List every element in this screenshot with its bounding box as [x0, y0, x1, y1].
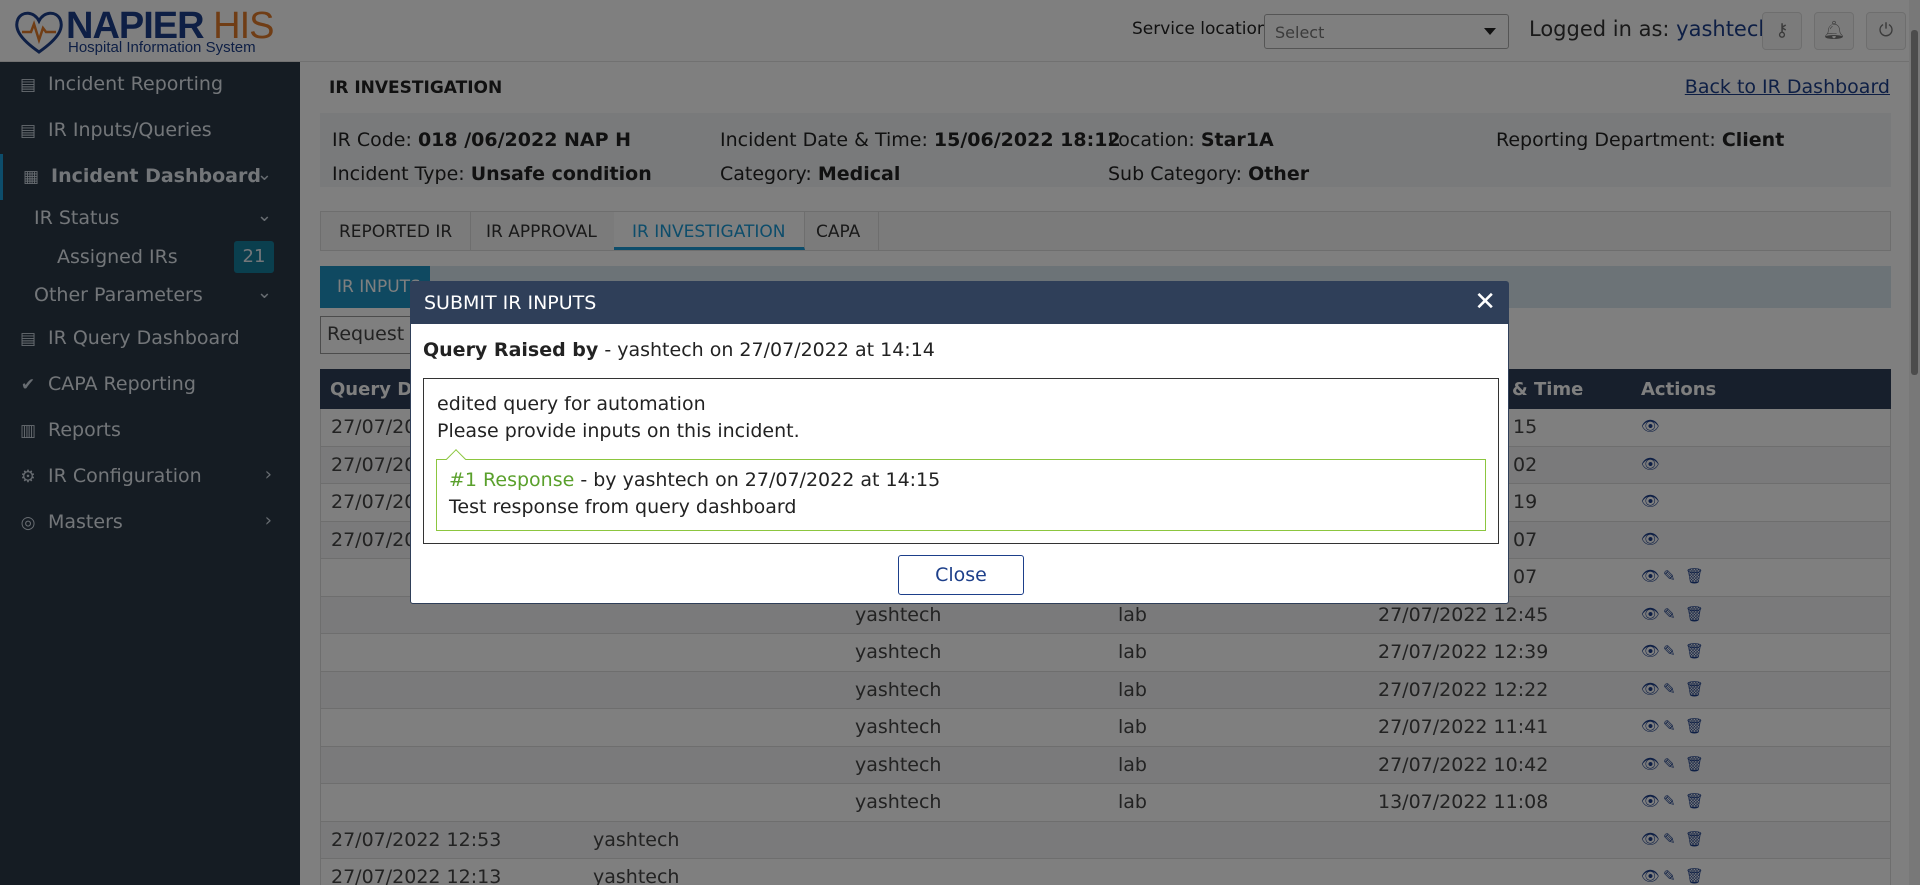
modal-title: SUBMIT IR INPUTS [424, 292, 597, 314]
query-text-line-1: edited query for automation [437, 393, 706, 415]
close-button[interactable]: Close [898, 555, 1024, 595]
response-text: Test response from query dashboard [449, 496, 797, 518]
close-icon[interactable]: ✕ [1474, 287, 1496, 317]
response-header: #1 Response - by yashtech on 27/07/2022 … [449, 469, 941, 491]
modal-header: SUBMIT IR INPUTS ✕ [411, 282, 1508, 324]
submit-ir-inputs-modal: SUBMIT IR INPUTS ✕ Query Raised by - yas… [410, 281, 1509, 604]
response-pointer [446, 449, 466, 469]
query-text-line-2: Please provide inputs on this incident. [437, 420, 800, 442]
query-raised-by: Query Raised by - yashtech on 27/07/2022… [423, 339, 935, 361]
response-card: #1 Response - by yashtech on 27/07/2022 … [436, 449, 1486, 531]
query-thread: edited query for automation Please provi… [423, 378, 1499, 544]
